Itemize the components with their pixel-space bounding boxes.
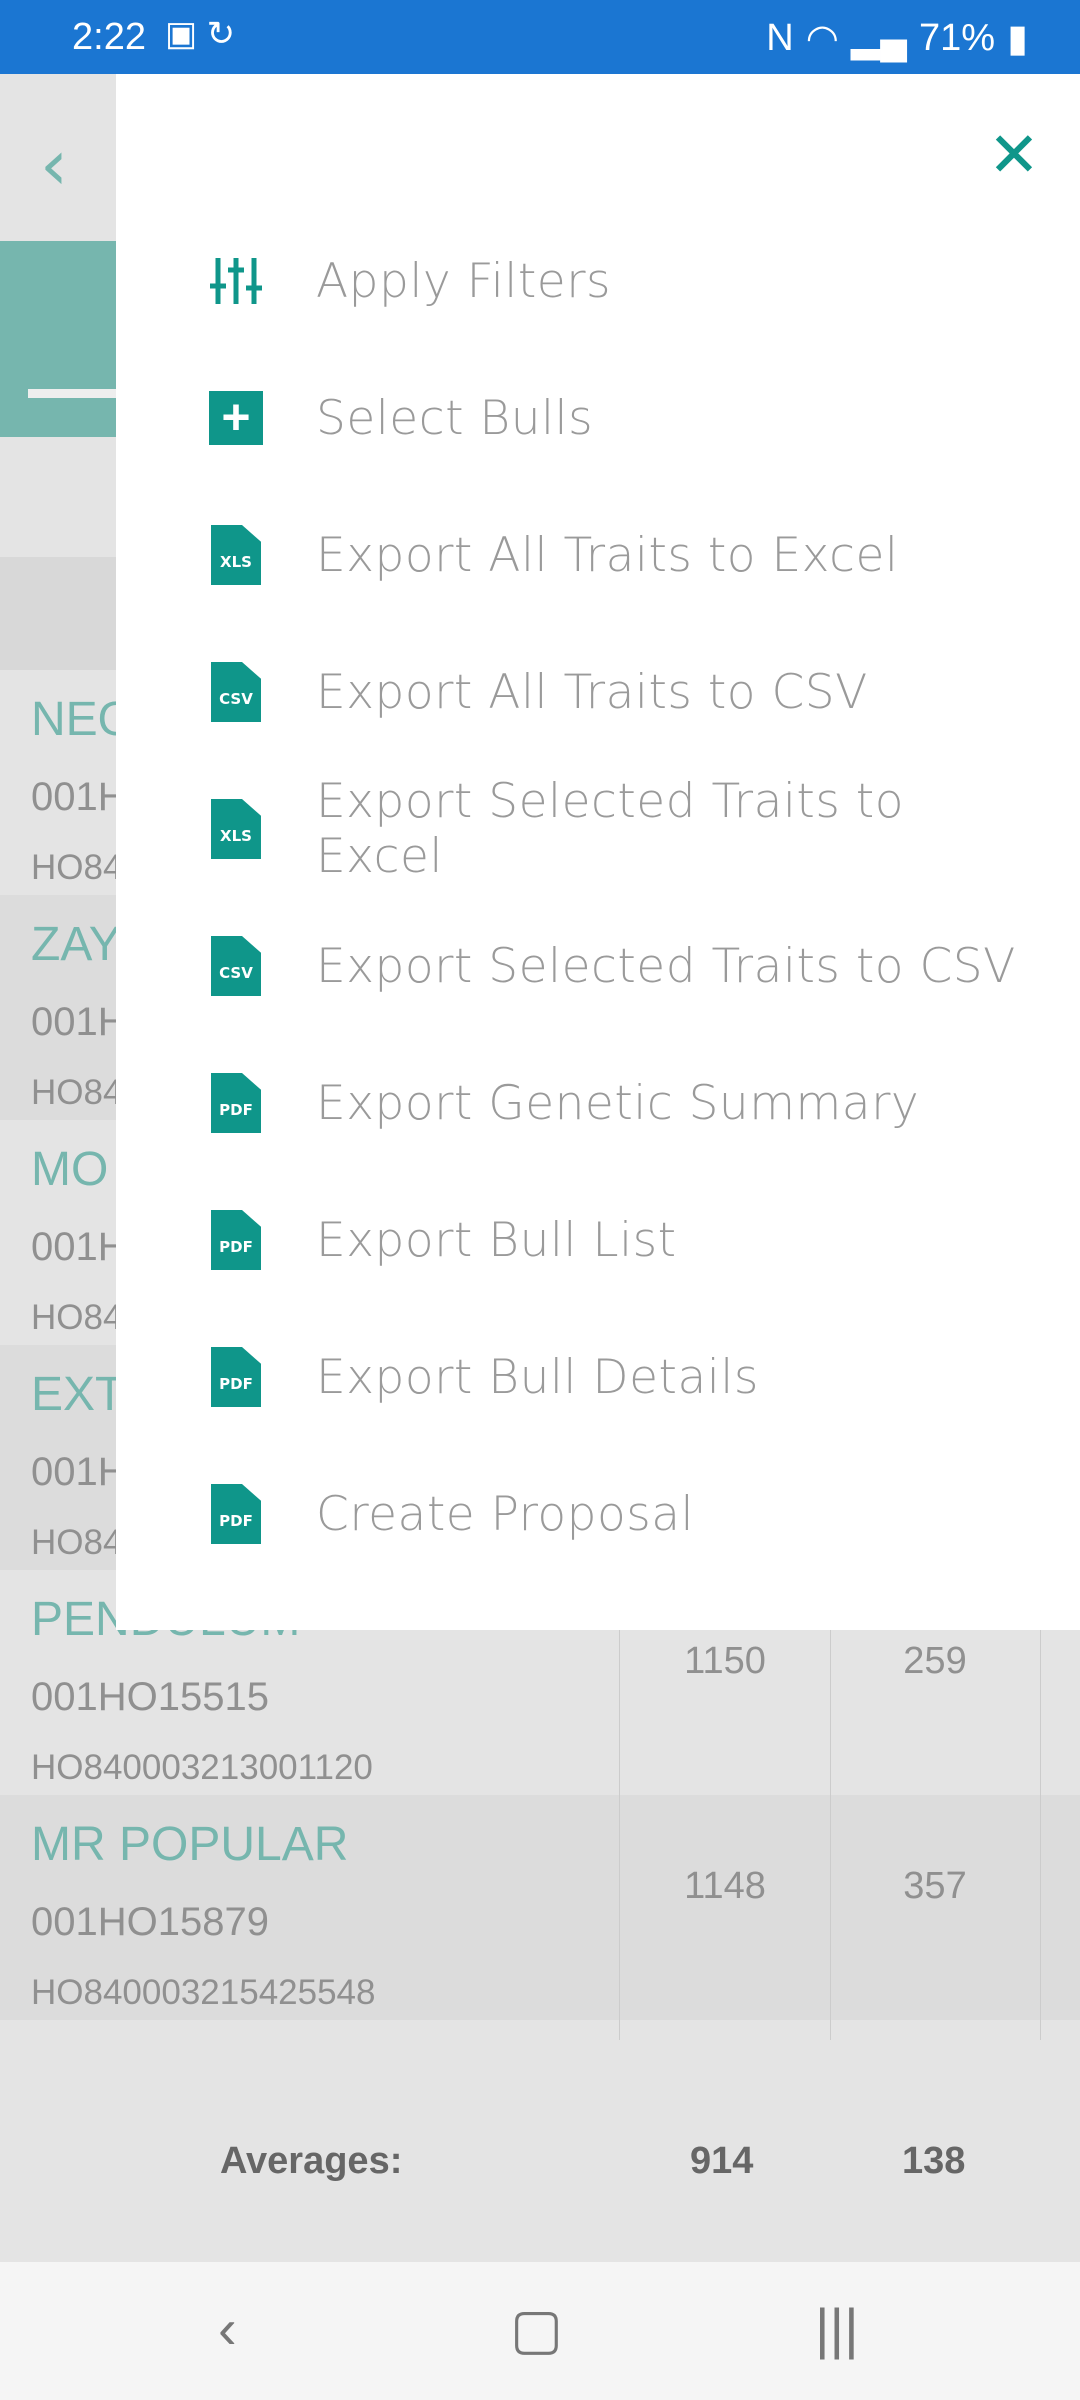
menu-item-label: Export All Traits to CSV	[316, 664, 868, 720]
average-value-2: 138	[902, 2140, 966, 2182]
bull-id: 001H	[31, 1225, 127, 1269]
nfc-icon: N	[766, 17, 794, 59]
menu-item-label: Export All Traits to Excel	[316, 527, 899, 583]
bull-name: MR POPULAR	[31, 1818, 349, 1871]
file-type-badge: PDF	[219, 1375, 253, 1393]
menu-item-label: Select Bulls	[316, 390, 594, 446]
bull-reg: HO84	[31, 1523, 123, 1562]
bull-reg: HO840003213001120	[31, 1748, 373, 1787]
back-button[interactable]: ‹	[40, 124, 68, 206]
column-divider	[619, 1570, 620, 2114]
nav-back-button[interactable]: ‹	[218, 2296, 237, 2361]
nav-recents-button[interactable]: |||	[815, 2296, 859, 2361]
bull-id: 001H	[31, 1000, 127, 1044]
bull-name: ZAY	[31, 918, 121, 971]
menu-item[interactable]: PDF Export Bull List	[206, 1185, 1046, 1295]
menu-item[interactable]: PDF Create Proposal	[206, 1459, 1046, 1569]
xls-file-icon: XLS	[206, 799, 266, 859]
menu-item[interactable]: PDF Export Genetic Summary	[206, 1048, 1046, 1158]
clock: 2:22	[72, 16, 146, 58]
notification-icons: ▣ ↻	[165, 15, 236, 53]
menu-item-label: Create Proposal	[316, 1486, 695, 1542]
bull-name: MO	[31, 1143, 109, 1196]
menu-item-label: Export Bull Details	[316, 1349, 759, 1405]
bull-id: 001H	[31, 775, 127, 819]
file-type-badge: PDF	[219, 1101, 253, 1119]
file-type-badge: PDF	[219, 1238, 253, 1256]
file-type-badge: XLS	[220, 827, 252, 845]
file-type-badge: PDF	[219, 1512, 253, 1530]
menu-item-label: Export Selected Traits to Excel	[315, 774, 904, 884]
pdf-file-icon: PDF	[206, 1484, 266, 1544]
close-icon[interactable]: ✕	[988, 118, 1040, 191]
table-row[interactable]: MR POPULAR 001HO15879 HO840003215425548 114…	[0, 1795, 1080, 2020]
csv-file-icon: CSV	[206, 662, 266, 722]
menu-item-label: Export Selected Traits to CSV	[316, 938, 1016, 994]
system-icons: N ◠ ▂▄ 71% ▮	[766, 16, 1028, 61]
file-type-badge: CSV	[219, 690, 253, 708]
menu-item-label: Export Genetic Summary	[316, 1075, 920, 1131]
menu-item-label: Export Bull List	[316, 1212, 677, 1268]
averages-label: Averages:	[220, 2140, 403, 2182]
pdf-file-icon: PDF	[206, 1210, 266, 1270]
actions-drawer: ✕ Apply Filters + Select Bulls XLS Export Al…	[116, 74, 1080, 1630]
bull-v2: 357	[903, 1865, 967, 1907]
sliders-icon	[206, 251, 266, 311]
csv-file-icon: CSV	[206, 936, 266, 996]
menu-item-label: Apply Filters	[316, 253, 612, 309]
bull-v1: 1148	[684, 1865, 766, 1907]
battery-percent: 71%	[919, 17, 996, 59]
pdf-file-icon: PDF	[206, 1347, 266, 1407]
battery-icon: ▮	[1007, 18, 1028, 60]
menu-item[interactable]: XLS Export All Traits to Excel	[206, 500, 1046, 610]
bull-reg: HO84	[31, 848, 123, 887]
bull-name: EXT	[31, 1368, 125, 1421]
bull-id: 001HO15879	[31, 1900, 269, 1944]
bull-v1: 1150	[684, 1640, 766, 1682]
file-type-badge: XLS	[220, 553, 252, 571]
menu-item[interactable]: CSV Export Selected Traits to CSV	[206, 911, 1046, 1021]
column-divider	[1040, 1570, 1041, 2114]
menu-item[interactable]: XLS Export Selected Traits to Excel	[206, 774, 1046, 884]
status-bar: 2:22 ▣ ↻ N ◠ ▂▄ 71% ▮	[0, 0, 1080, 74]
nav-home-button[interactable]: ▢	[510, 2296, 563, 2362]
signal-icon: ▂▄	[850, 18, 908, 60]
menu-item[interactable]: PDF Export Bull Details	[206, 1322, 1046, 1432]
file-type-badge: CSV	[219, 964, 253, 982]
pdf-file-icon: PDF	[206, 1073, 266, 1133]
averages-row: Averages: 914 138	[0, 2040, 1080, 2262]
menu-item[interactable]: CSV Export All Traits to CSV	[206, 637, 1046, 747]
bull-reg: HO84	[31, 1298, 123, 1337]
average-value-1: 914	[690, 2140, 754, 2182]
bull-v2: 259	[903, 1640, 967, 1682]
bull-reg: HO840003215425548	[31, 1973, 376, 2012]
xls-file-icon: XLS	[206, 525, 266, 585]
bull-id: 001HO15515	[31, 1675, 269, 1719]
menu-item[interactable]: + Select Bulls	[206, 363, 1046, 473]
wifi-icon: ◠	[805, 18, 839, 60]
navigation-bar: ‹ ▢ |||	[0, 2262, 1080, 2400]
bull-id: 001H	[31, 1450, 127, 1494]
column-divider	[830, 1570, 831, 2114]
plus-square-icon: +	[206, 388, 266, 448]
menu-item[interactable]: Apply Filters	[206, 226, 1046, 336]
bull-reg: HO84	[31, 1073, 123, 1112]
